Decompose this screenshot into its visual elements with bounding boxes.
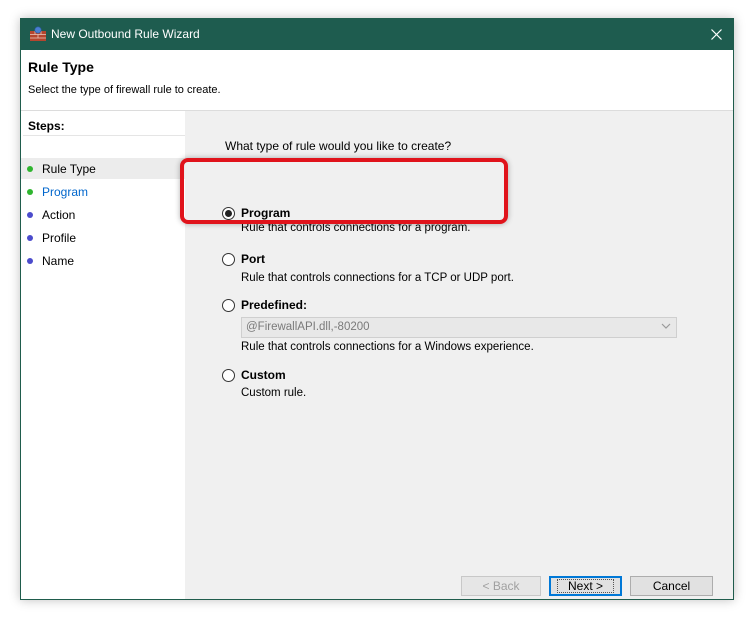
option-description: Custom rule. xyxy=(241,387,307,399)
step-pending-icon xyxy=(27,234,33,241)
next-button-label: Next > xyxy=(556,579,614,593)
step-label: Profile xyxy=(42,230,77,245)
step-pending-icon xyxy=(27,257,33,264)
port-radio[interactable] xyxy=(222,253,235,266)
custom-radio[interactable] xyxy=(222,369,235,382)
close-icon xyxy=(710,29,722,40)
title-bar: New Outbound Rule Wizard xyxy=(21,19,733,50)
step-label: Action xyxy=(42,207,76,222)
step-rule-type[interactable]: Rule Type xyxy=(21,158,185,179)
step-pending-icon xyxy=(27,211,33,218)
wizard-window: New Outbound Rule Wizard Rule Type Selec… xyxy=(20,18,734,600)
next-button[interactable]: Next > xyxy=(549,576,622,596)
steps-panel: Steps: Rule Type Program Action Profile … xyxy=(21,111,185,599)
window-title: New Outbound Rule Wizard xyxy=(51,27,200,41)
steps-title: Steps: xyxy=(28,119,65,133)
page-subtitle: Select the type of firewall rule to crea… xyxy=(28,84,221,96)
firewall-icon xyxy=(30,26,46,41)
step-name[interactable]: Name xyxy=(21,250,185,271)
rule-type-question: What type of rule would you like to crea… xyxy=(225,139,452,153)
close-button[interactable] xyxy=(699,19,733,50)
option-label: Port xyxy=(241,252,265,266)
chevron-down-icon xyxy=(661,323,671,329)
option-label: Predefined: xyxy=(241,298,308,312)
steps-divider xyxy=(23,135,185,136)
back-button[interactable]: < Back xyxy=(461,576,541,596)
option-description: Rule that controls connections for a Win… xyxy=(241,341,534,353)
predefined-select-value: @FirewallAPI.dll,-80200 xyxy=(246,321,370,333)
option-description: Rule that controls connections for a TCP… xyxy=(241,272,514,284)
step-label: Program xyxy=(42,184,89,199)
step-label: Rule Type xyxy=(42,161,96,176)
step-action[interactable]: Action xyxy=(21,204,185,225)
step-profile[interactable]: Profile xyxy=(21,227,185,248)
highlight-annotation xyxy=(180,158,508,224)
option-label: Custom xyxy=(241,368,286,382)
step-label: Name xyxy=(42,253,75,268)
step-complete-icon xyxy=(27,188,33,195)
predefined-radio[interactable] xyxy=(222,299,235,312)
wizard-header: Rule Type Select the type of firewall ru… xyxy=(21,50,733,111)
page-title: Rule Type xyxy=(28,59,94,75)
cancel-button[interactable]: Cancel xyxy=(630,576,713,596)
step-program[interactable]: Program xyxy=(21,181,185,202)
predefined-select[interactable]: @FirewallAPI.dll,-80200 xyxy=(241,317,677,338)
step-complete-icon xyxy=(27,165,33,172)
